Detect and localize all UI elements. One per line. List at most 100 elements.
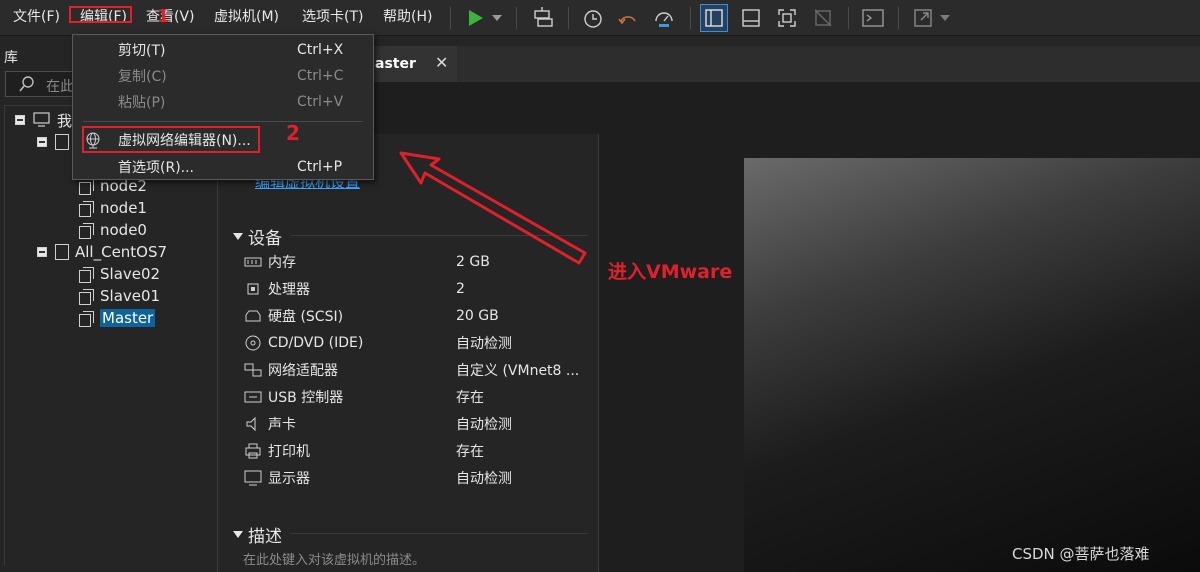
toolbar-separator: [568, 7, 569, 29]
close-icon[interactable]: ✕: [435, 53, 448, 72]
device-row-sound[interactable]: 声卡 自动检测: [243, 413, 593, 435]
tree-node-slave02[interactable]: Slave02: [79, 264, 160, 284]
tree-node-my-computer[interactable]: 我: [15, 110, 72, 130]
folder-icon: [55, 244, 69, 260]
snapshot-icon: [584, 10, 602, 28]
device-name: 硬盘 (SCSI): [268, 309, 344, 325]
annotation-step-1: 1: [157, 6, 170, 27]
device-name: 声卡: [268, 417, 296, 433]
chevron-down-icon: [940, 15, 950, 21]
stretch-dropdown-button[interactable]: [938, 6, 952, 30]
keyboard-icon: [534, 7, 553, 27]
device-value: 自定义 (VMnet8 ...: [456, 363, 580, 379]
device-name: USB 控制器: [268, 390, 344, 406]
power-on-button[interactable]: [462, 6, 488, 30]
tree-node-label: All_CentOS7: [75, 243, 168, 261]
usb-icon: [243, 388, 263, 406]
thumbnail-layout-icon: [742, 9, 760, 27]
device-value: 自动检测: [456, 471, 512, 487]
vm-screen-preview[interactable]: [744, 158, 1200, 572]
device-row-printer[interactable]: 打印机 存在: [243, 440, 593, 462]
vm-icon: [79, 200, 94, 217]
tree-node-node0[interactable]: node0: [79, 220, 147, 240]
description-placeholder[interactable]: 在此处键入对该虚拟机的描述。: [243, 549, 425, 568]
menu-item-paste[interactable]: 粘贴(P) Ctrl+V: [73, 90, 373, 114]
devices-title: 设备: [248, 229, 282, 249]
device-value: 2: [456, 281, 465, 297]
devices-section-header[interactable]: 设备: [233, 224, 282, 249]
annotation-box-vnet-editor: [82, 126, 260, 153]
printer-icon: [243, 442, 263, 460]
vmware-window: 文件(F) 编辑(F) 查看(V) 虚拟机(M) 选项卡(T) 帮助(H) 库 …: [0, 0, 1200, 572]
tree-node-label: Slave01: [100, 287, 161, 305]
cd-icon: [243, 334, 263, 352]
menu-file[interactable]: 文件(F): [13, 8, 60, 26]
tree-node-all-centos7[interactable]: All_CentOS7: [37, 242, 167, 262]
collapse-toggle-icon[interactable]: [37, 247, 47, 257]
computer-icon: [33, 112, 50, 127]
shortcut-label: Ctrl+X: [297, 42, 344, 58]
menu-vm[interactable]: 虚拟机(M): [214, 8, 279, 26]
fullscreen-button[interactable]: [774, 6, 800, 30]
vm-icon: [79, 178, 94, 195]
menu-view[interactable]: 查看(V): [146, 8, 195, 26]
menu-item-label: 粘贴(P): [118, 95, 166, 111]
tree-node-label: node1: [100, 199, 147, 217]
device-value: 20 GB: [456, 308, 499, 324]
menu-help[interactable]: 帮助(H): [383, 8, 432, 26]
device-row-cd[interactable]: CD/DVD (IDE) 自动检测: [243, 332, 593, 354]
tree-node-slave01[interactable]: Slave01: [79, 286, 160, 306]
tree-node-master[interactable]: Master: [79, 308, 156, 328]
vm-icon: [79, 288, 94, 305]
collapse-triangle-icon: [233, 531, 243, 538]
tree-node-folder[interactable]: [37, 132, 75, 152]
tab-master[interactable]: aster ✕: [369, 46, 457, 82]
annotation-box-edit-menu: [69, 6, 132, 23]
tree-node-label: Slave02: [100, 265, 161, 283]
revert-icon: [618, 16, 636, 25]
collapse-toggle-icon[interactable]: [37, 137, 47, 147]
library-layout-icon: [705, 9, 723, 27]
menu-item-label: 剪切(T): [118, 43, 166, 59]
device-name: 打印机: [268, 444, 310, 460]
device-row-usb[interactable]: USB 控制器 存在: [243, 386, 593, 408]
unity-button[interactable]: [810, 6, 836, 30]
device-row-disk[interactable]: 硬盘 (SCSI) 20 GB: [243, 305, 593, 327]
tree-node-label: node0: [100, 221, 147, 239]
toolbar-separator: [898, 7, 899, 29]
collapse-triangle-icon: [233, 233, 243, 240]
menu-item-preferences[interactable]: 首选项(R)... Ctrl+P: [73, 155, 373, 179]
memory-icon: [243, 253, 263, 271]
menu-tabs[interactable]: 选项卡(T): [302, 8, 363, 26]
show-library-button[interactable]: [700, 4, 728, 32]
menu-item-copy[interactable]: 复制(C) Ctrl+C: [73, 64, 373, 88]
collapse-toggle-icon[interactable]: [15, 115, 25, 125]
revert-snapshot-button[interactable]: [615, 6, 641, 30]
tab-label: aster: [375, 56, 416, 72]
console-button[interactable]: [860, 6, 886, 30]
snapshot-button[interactable]: [580, 6, 606, 30]
annotation-note: 进入VMware: [608, 261, 733, 283]
stretch-button[interactable]: [910, 6, 936, 30]
tree-node-label-selected: Master: [100, 309, 156, 327]
device-name: 处理器: [268, 282, 310, 298]
library-title: 库: [4, 50, 18, 66]
menu-item-label: 复制(C): [118, 69, 167, 85]
shortcut-label: Ctrl+C: [297, 68, 344, 84]
snapshot-manager-button[interactable]: [651, 6, 677, 30]
show-thumbnail-button[interactable]: [738, 6, 764, 30]
device-row-network[interactable]: 网络适配器 自定义 (VMnet8 ...: [243, 359, 593, 381]
annotation-step-2: 2: [286, 121, 300, 145]
menu-item-cut[interactable]: 剪切(T) Ctrl+X: [73, 38, 373, 62]
send-keys-button[interactable]: [530, 6, 556, 30]
device-row-display[interactable]: 显示器 自动检测: [243, 467, 593, 489]
device-name: CD/DVD (IDE): [268, 335, 364, 351]
device-row-cpu[interactable]: 处理器 2: [243, 278, 593, 300]
toolbar-separator: [690, 7, 691, 29]
vm-icon: [79, 266, 94, 283]
power-dropdown-button[interactable]: [490, 6, 504, 30]
tree-node-node1[interactable]: node1: [79, 198, 147, 218]
snapshot-manager-icon: [655, 12, 673, 27]
section-divider: [291, 533, 588, 534]
description-section-header[interactable]: 描述: [233, 522, 282, 547]
